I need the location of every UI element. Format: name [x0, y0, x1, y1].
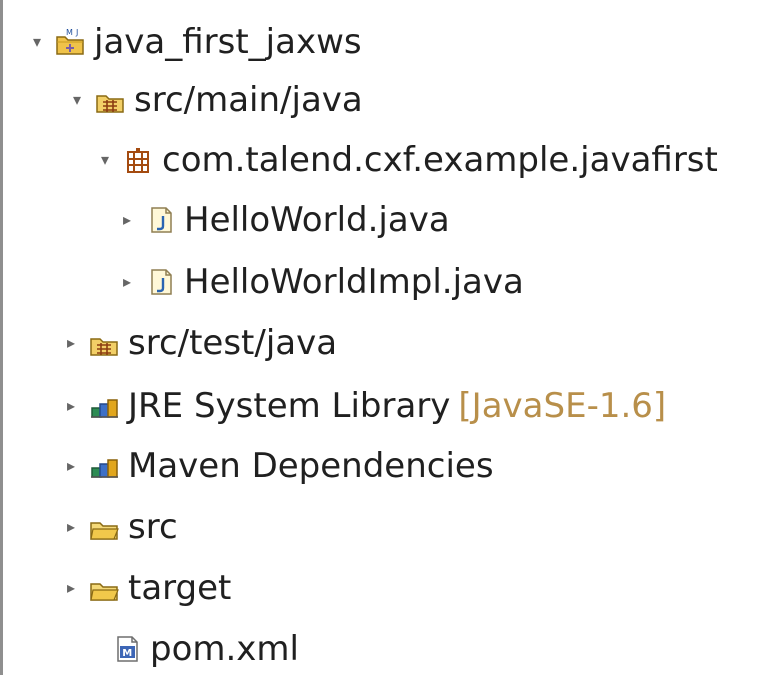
svg-text:M: M [66, 28, 73, 37]
java-file-icon [144, 266, 176, 298]
svg-text:M: M [122, 648, 132, 659]
tree-item-src-folder[interactable]: ▸ src [62, 497, 178, 557]
tree-item-target-folder[interactable]: ▸ target [62, 558, 231, 618]
expand-arrow-icon[interactable]: ▾ [28, 33, 46, 51]
expand-arrow-icon[interactable]: ▾ [68, 91, 86, 109]
tree-item-label: java_first_jaxws [94, 22, 362, 62]
tree-item-label: Maven Dependencies [128, 446, 494, 486]
source-folder-icon [88, 327, 120, 359]
maven-project-icon: M J [54, 26, 86, 58]
library-icon [88, 390, 120, 422]
tree-item-src-test-java[interactable]: ▸ src/test/java [62, 313, 337, 373]
expand-arrow-icon[interactable]: ▸ [118, 273, 136, 291]
tree-item-pom-xml[interactable]: M pom.xml [84, 619, 299, 679]
svg-text:J: J [75, 28, 78, 37]
tree-item-label: src [128, 507, 178, 547]
tree-item-label: src/test/java [128, 323, 338, 363]
expand-arrow-icon[interactable]: ▸ [62, 457, 80, 475]
expand-arrow-icon[interactable]: ▸ [118, 211, 136, 229]
tree-item-src-main-java[interactable]: ▾ src/main/java [68, 70, 363, 130]
tree-item-label: HelloWorld.java [184, 200, 450, 240]
tree-item-label: src/main/java [134, 80, 363, 120]
tree-item-label: pom.xml [150, 629, 299, 669]
tree-item-java_first_jaxws[interactable]: ▾ M J java_first_jaxws [28, 12, 362, 72]
source-folder-icon [94, 84, 126, 116]
maven-file-icon: M [110, 633, 142, 665]
tree-item-helloworldimpl-java[interactable]: ▸ HelloWorldImpl.java [118, 252, 524, 312]
tree-item-package-javafirst[interactable]: ▾ com.talend.cxf.example.javafirst [96, 130, 718, 190]
folder-icon [88, 511, 120, 543]
java-file-icon [144, 204, 176, 236]
expand-arrow-icon[interactable]: ▸ [62, 579, 80, 597]
tree-item-maven-dependencies[interactable]: ▸ Maven Dependencies [62, 436, 494, 496]
project-explorer-tree: ▾ M J java_first_jaxws ▾ src/main/java ▾ [0, 0, 771, 675]
tree-item-label: com.talend.cxf.example.javafirst [162, 140, 718, 180]
folder-icon [88, 572, 120, 604]
expand-arrow-icon[interactable]: ▾ [96, 151, 114, 169]
expand-arrow-icon[interactable]: ▸ [62, 518, 80, 536]
library-version-decoration: [JavaSE-1.6] [458, 386, 667, 426]
expand-arrow-icon[interactable]: ▸ [62, 334, 80, 352]
tree-item-label: HelloWorldImpl.java [184, 262, 524, 302]
package-icon [122, 144, 154, 176]
tree-item-jre-system-library[interactable]: ▸ JRE System Library [JavaSE-1.6] [62, 376, 666, 436]
tree-item-label: target [128, 568, 232, 608]
tree-item-label: JRE System Library [128, 386, 451, 426]
library-icon [88, 450, 120, 482]
tree-item-helloworld-java[interactable]: ▸ HelloWorld.java [118, 190, 450, 250]
expand-arrow-icon[interactable]: ▸ [62, 397, 80, 415]
